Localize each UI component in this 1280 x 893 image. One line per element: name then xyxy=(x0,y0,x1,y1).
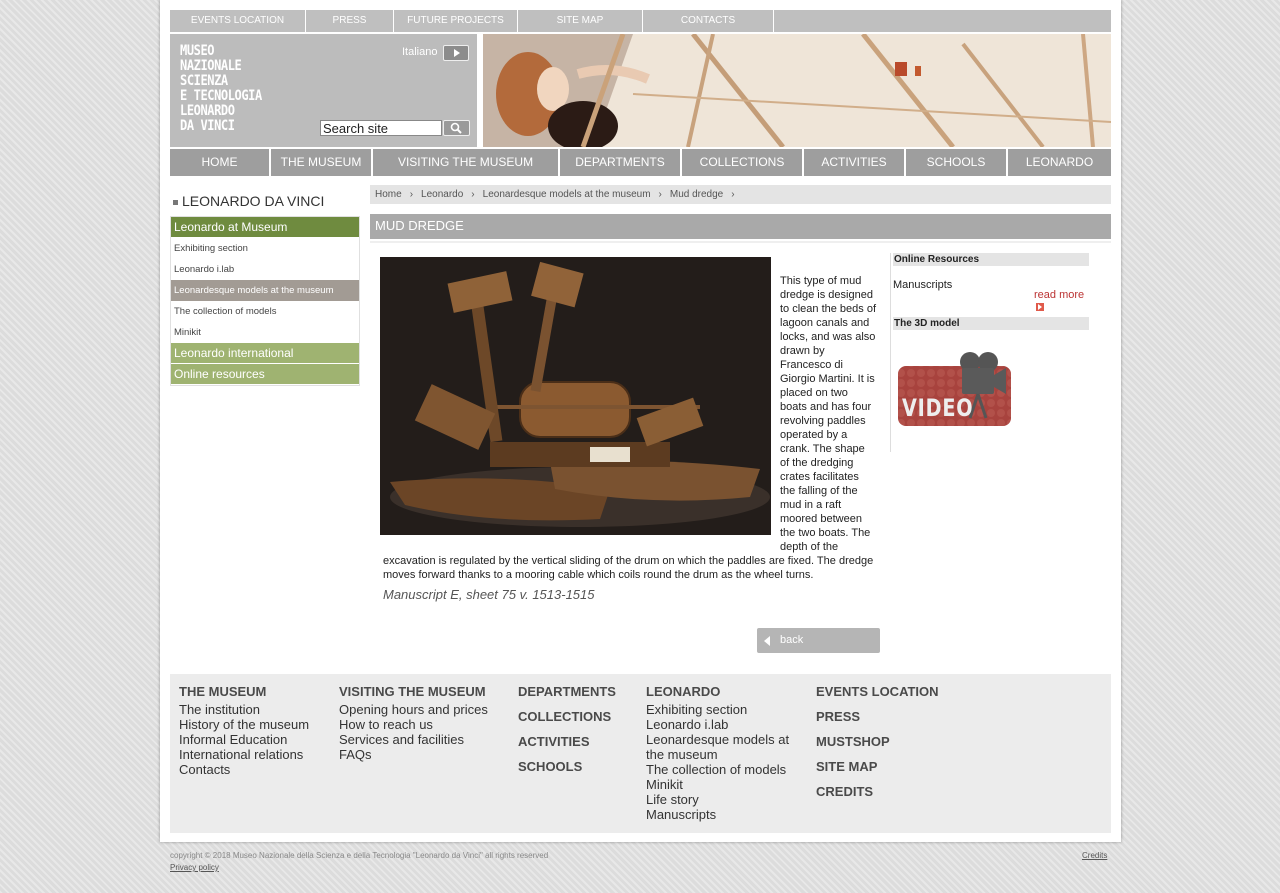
util-nav-future-projects[interactable]: FUTURE PROJECTS xyxy=(394,10,518,32)
copyright-text: copyright © 2018 Museo Nazionale della S… xyxy=(170,851,549,860)
sidebar-menu: Leonardo at Museum Exhibiting section Le… xyxy=(170,216,360,386)
footer-link[interactable]: The collection of models xyxy=(646,762,796,777)
video-thumbnail-button[interactable]: VIDEO xyxy=(896,348,1013,428)
footer-link[interactable]: Manuscripts xyxy=(646,807,796,822)
search-input[interactable] xyxy=(320,120,442,136)
magnifier-icon xyxy=(450,122,462,134)
back-button[interactable]: back xyxy=(757,628,880,653)
manuscripts-label: Manuscripts xyxy=(893,279,953,291)
hero-photo xyxy=(483,34,1111,147)
breadcrumb-chevron-icon: › xyxy=(731,189,735,200)
content-body: This type of mud dredge is designed to c… xyxy=(370,243,1111,664)
nav-visiting-the-museum[interactable]: VISITING THE MUSEUM xyxy=(373,149,560,176)
breadcrumb-chevron-icon: › xyxy=(409,189,414,200)
breadcrumb-chevron-icon: › xyxy=(658,189,662,200)
footer-link[interactable]: How to reach us xyxy=(339,717,488,732)
sidebar-item-exhibiting-section[interactable]: Exhibiting section xyxy=(171,238,359,259)
footer-heading-events-location[interactable]: EVENTS LOCATION xyxy=(816,684,939,699)
footer-heading-visiting[interactable]: VISITING THE MUSEUM xyxy=(339,684,488,699)
breadcrumb-chevron-icon: › xyxy=(471,189,475,200)
footer-heading-mustshop[interactable]: MUSTSHOP xyxy=(816,734,939,749)
sidebar-title: LEONARDO DA VINCI xyxy=(173,193,324,209)
footer-link[interactable]: FAQs xyxy=(339,747,488,762)
nav-leonardo[interactable]: LEONARDO xyxy=(1008,149,1111,176)
footer-col-misc: EVENTS LOCATION PRESS MUSTSHOP SITE MAP … xyxy=(816,684,939,809)
util-nav-events-location[interactable]: EVENTS LOCATION xyxy=(170,10,306,32)
footer-link[interactable]: Leonardo i.lab xyxy=(646,717,796,732)
util-nav-site-map[interactable]: SITE MAP xyxy=(518,10,643,32)
footer-link[interactable]: Informal Education xyxy=(179,732,309,747)
manuscript-caption: Manuscript E, sheet 75 v. 1513-1515 xyxy=(383,587,595,602)
content-panel: MUD DREDGE This type of mud dredge is de… xyxy=(370,214,1111,664)
video-label: VIDEO xyxy=(902,394,974,422)
footer-col-museum: THE MUSEUM The institution History of th… xyxy=(179,684,309,777)
sidebar-item-leonardo-at-museum[interactable]: Leonardo at Museum xyxy=(171,217,359,238)
arrow-right-icon xyxy=(1036,303,1044,311)
museum-logo[interactable]: MUSEO NAZIONALE SCIENZA E TECNOLOGIA LEO… xyxy=(180,44,262,134)
image-float-spacer xyxy=(383,274,780,554)
footer-heading-departments[interactable]: DEPARTMENTS xyxy=(518,684,616,699)
nav-departments[interactable]: DEPARTMENTS xyxy=(560,149,682,176)
sidebar-item-collection-of-models[interactable]: The collection of models xyxy=(171,301,359,322)
breadcrumb-mud-dredge[interactable]: Mud dredge xyxy=(670,185,723,204)
util-nav-press[interactable]: PRESS xyxy=(306,10,394,32)
footer-heading-press[interactable]: PRESS xyxy=(816,709,939,724)
footer-col-sections: DEPARTMENTS COLLECTIONS ACTIVITIES SCHOO… xyxy=(518,684,616,784)
read-more-link[interactable]: read more xyxy=(1034,289,1090,313)
breadcrumb-home[interactable]: Home xyxy=(375,185,402,204)
sidebar-item-leonardo-international[interactable]: Leonardo international xyxy=(171,343,359,364)
footer-link[interactable]: Leonardesque models at the museum xyxy=(646,732,796,762)
page-container: EVENTS LOCATION PRESS FUTURE PROJECTS SI… xyxy=(160,0,1121,842)
language-label[interactable]: Italiano xyxy=(402,46,437,58)
online-resources-heading: Online Resources xyxy=(893,253,1089,266)
nav-activities[interactable]: ACTIVITIES xyxy=(804,149,906,176)
page-title: MUD DREDGE xyxy=(370,214,1111,241)
footer-link[interactable]: Opening hours and prices xyxy=(339,702,488,717)
search-button[interactable] xyxy=(443,120,470,136)
footer-link[interactable]: International relations xyxy=(179,747,309,762)
language-arrow-button[interactable] xyxy=(443,45,469,61)
footer-col-visiting: VISITING THE MUSEUM Opening hours and pr… xyxy=(339,684,488,762)
hero-banner-image xyxy=(483,34,1111,147)
footer-link[interactable]: Minikit xyxy=(646,777,796,792)
footer-heading-the-museum[interactable]: THE MUSEUM xyxy=(179,684,309,699)
nav-collections[interactable]: COLLECTIONS xyxy=(682,149,804,176)
nav-schools[interactable]: SCHOOLS xyxy=(906,149,1008,176)
credits-link[interactable]: Credits xyxy=(1082,851,1107,860)
breadcrumb: Home › Leonardo › Leonardesque models at t… xyxy=(370,185,1111,204)
main-nav: HOME THE MUSEUM VISITING THE MUSEUM DEPA… xyxy=(170,149,1111,176)
online-resources-box: Online Resources Manuscripts read more T… xyxy=(890,253,1090,452)
privacy-policy-link[interactable]: Privacy policy xyxy=(170,863,219,872)
sidebar-item-leonardo-ilab[interactable]: Leonardo i.lab xyxy=(171,259,359,280)
footer-heading-activities[interactable]: ACTIVITIES xyxy=(518,734,616,749)
footer-heading-schools[interactable]: SCHOOLS xyxy=(518,759,616,774)
utility-nav: EVENTS LOCATION PRESS FUTURE PROJECTS SI… xyxy=(170,10,1111,32)
nav-the-museum[interactable]: THE MUSEUM xyxy=(271,149,373,176)
footer-heading-site-map[interactable]: SITE MAP xyxy=(816,759,939,774)
footer-link[interactable]: Life story xyxy=(646,792,796,807)
footer-link[interactable]: Contacts xyxy=(179,762,309,777)
description-text: This type of mud dredge is designed to c… xyxy=(383,274,877,581)
footer-heading-collections[interactable]: COLLECTIONS xyxy=(518,709,616,724)
footer-link[interactable]: Exhibiting section xyxy=(646,702,796,717)
util-nav-contacts[interactable]: CONTACTS xyxy=(643,10,774,32)
sidebar-item-online-resources[interactable]: Online resources xyxy=(171,364,359,385)
footer-col-leonardo: LEONARDO Exhibiting section Leonardo i.l… xyxy=(646,684,796,822)
brand-panel: MUSEO NAZIONALE SCIENZA E TECNOLOGIA LEO… xyxy=(170,34,480,147)
footer: THE MUSEUM The institution History of th… xyxy=(170,674,1111,833)
footer-heading-credits[interactable]: CREDITS xyxy=(816,784,939,799)
breadcrumb-leonardo[interactable]: Leonardo xyxy=(421,185,463,204)
footer-heading-leonardo[interactable]: LEONARDO xyxy=(646,684,796,699)
footer-link[interactable]: Services and facilities xyxy=(339,732,488,747)
nav-home[interactable]: HOME xyxy=(170,149,271,176)
3d-model-heading: The 3D model xyxy=(893,317,1089,330)
breadcrumb-leonardesque-models[interactable]: Leonardesque models at the museum xyxy=(483,185,651,204)
sidebar-item-leonardesque-models[interactable]: Leonardesque models at the museum xyxy=(171,280,359,301)
footer-link[interactable]: The institution xyxy=(179,702,309,717)
sidebar-item-minikit[interactable]: Minikit xyxy=(171,322,359,343)
footer-link[interactable]: History of the museum xyxy=(179,717,309,732)
